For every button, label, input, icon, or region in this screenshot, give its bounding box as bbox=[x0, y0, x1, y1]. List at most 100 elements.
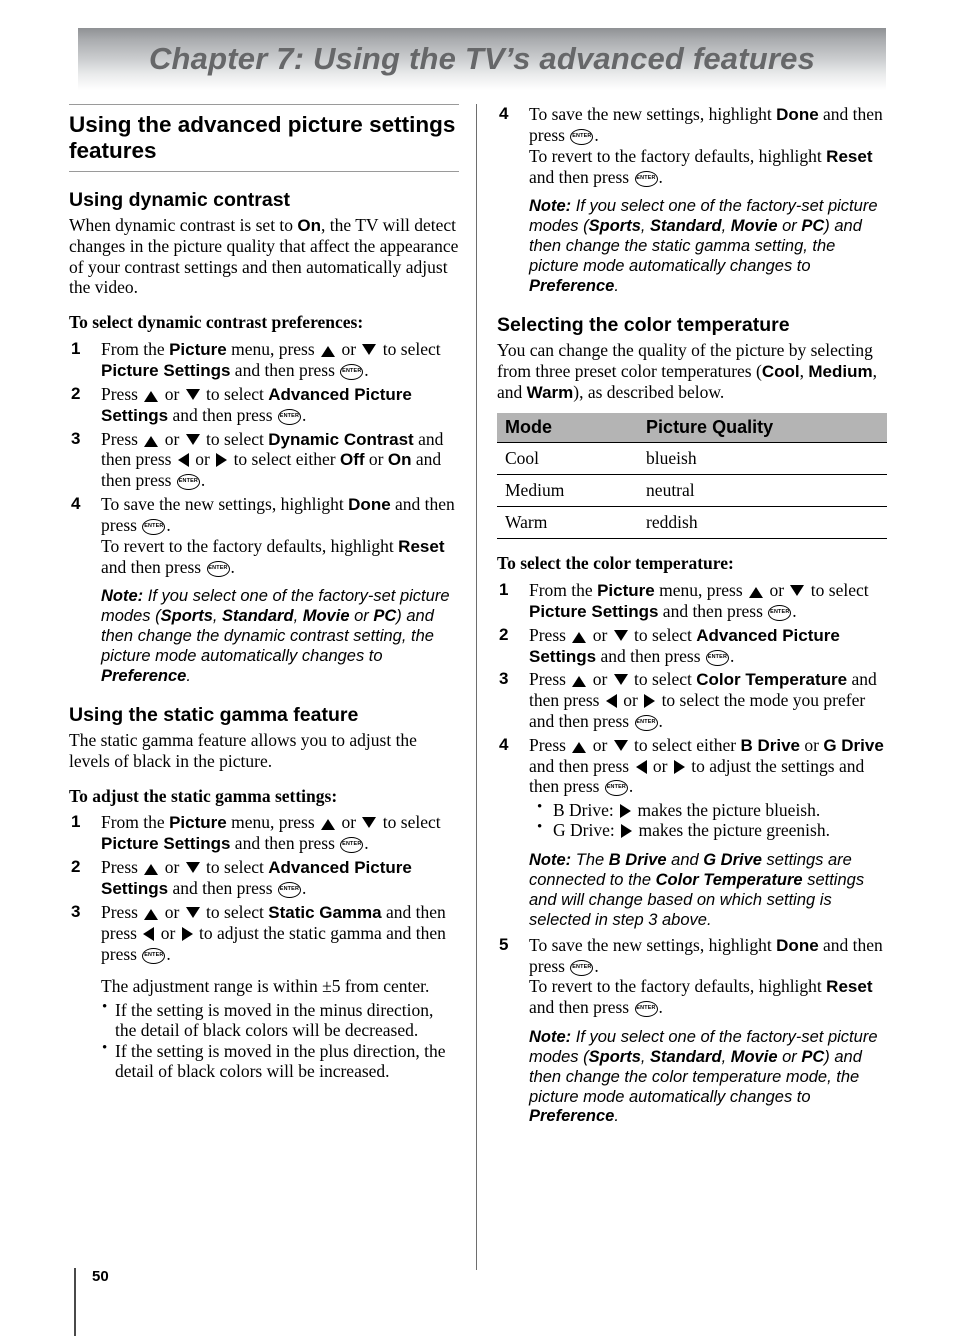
list-item: B Drive: makes the picture blueish. bbox=[529, 799, 887, 821]
page-title: Using the advanced picture settings feat… bbox=[69, 104, 459, 172]
cell-quality: reddish bbox=[620, 506, 887, 539]
enter-button-icon: ENTER bbox=[768, 604, 792, 621]
arrow-down-icon bbox=[185, 907, 200, 919]
table-row: Warm reddish bbox=[497, 506, 887, 539]
step-item: 2 Press or to select Advanced Picture Set… bbox=[499, 624, 840, 666]
step-item: 4 To save the new settings, highlight Don… bbox=[497, 104, 887, 297]
cell-mode: Cool bbox=[497, 441, 621, 475]
list-item: G Drive: makes the picture greenish. bbox=[529, 819, 887, 841]
step-item: 1 From the Picture menu, press or to sele… bbox=[71, 812, 441, 854]
arrow-right-icon bbox=[673, 759, 685, 774]
static-gamma-steps: 1 From the Picture menu, press or to sele… bbox=[69, 812, 459, 1082]
dynamic-contrast-intro: When dynamic contrast is set to On, the … bbox=[69, 215, 459, 298]
step-item: 3 Press or to select Color Temperature an… bbox=[499, 669, 877, 731]
column-divider bbox=[476, 104, 477, 1270]
color-temperature-table: Mode Picture Quality Cool blueish Medium… bbox=[497, 412, 887, 539]
step-number: 1 bbox=[499, 579, 509, 599]
right-column: 4 To save the new settings, highlight Don… bbox=[497, 104, 887, 1131]
color-temperature-steps: 1 From the Picture menu, press or to sele… bbox=[497, 580, 887, 1128]
arrow-up-icon bbox=[572, 631, 587, 643]
enter-button-icon: ENTER bbox=[277, 408, 301, 425]
step-number: 4 bbox=[499, 104, 509, 123]
step-number: 3 bbox=[71, 428, 81, 448]
step-item: 1 From the Picture menu, press or to sele… bbox=[499, 579, 869, 621]
arrow-down-icon bbox=[613, 629, 628, 641]
step-item: 3 Press or to select Static Gamma and the… bbox=[69, 902, 459, 1082]
enter-button-icon: ENTER bbox=[176, 474, 200, 491]
column-header-mode: Mode bbox=[497, 412, 621, 443]
arrow-right-icon bbox=[216, 453, 228, 468]
dynamic-contrast-steps: 1 From the Picture menu, press or to sele… bbox=[69, 339, 459, 687]
footer-rule bbox=[74, 1268, 76, 1336]
step-number: 1 bbox=[71, 812, 81, 832]
heading-using-dynamic-contrast: Using dynamic contrast bbox=[69, 188, 291, 211]
step-number: 2 bbox=[71, 857, 81, 877]
color-temperature-intro: You can change the quality of the pictur… bbox=[497, 340, 877, 402]
arrow-up-icon bbox=[144, 864, 159, 876]
step-number: 4 bbox=[499, 734, 509, 754]
gamma-range-text: The adjustment range is within ±5 from c… bbox=[101, 976, 430, 997]
static-gamma-steps-continued: 4 To save the new settings, highlight Don… bbox=[497, 104, 887, 297]
drive-bullet-list: B Drive: makes the picture blueish. G Dr… bbox=[529, 799, 887, 841]
table-row: Cool blueish bbox=[497, 441, 887, 475]
note-dynamic-contrast: Note: If you select one of the factory-s… bbox=[101, 587, 450, 685]
note-color-temperature: Note: If you select one of the factory-s… bbox=[529, 1027, 878, 1126]
enter-button-icon: ENTER bbox=[634, 170, 658, 187]
arrow-up-icon bbox=[749, 586, 764, 598]
note-static-gamma: Note: If you select one of the factory-s… bbox=[529, 197, 878, 295]
arrow-down-icon bbox=[185, 862, 200, 874]
arrow-up-icon bbox=[144, 390, 159, 402]
cell-quality: blueish bbox=[620, 441, 887, 475]
cell-mode: Medium bbox=[497, 474, 621, 507]
arrow-right-icon bbox=[644, 694, 656, 709]
arrow-up-icon bbox=[144, 909, 159, 921]
arrow-down-icon bbox=[790, 584, 805, 596]
arrow-down-icon bbox=[185, 388, 200, 400]
arrow-up-icon bbox=[572, 676, 587, 688]
enter-button-icon: ENTER bbox=[142, 518, 166, 535]
step-number: 4 bbox=[71, 494, 81, 513]
arrow-up-icon bbox=[321, 345, 336, 357]
lead-in-static-gamma: To adjust the static gamma settings: bbox=[69, 785, 338, 806]
step-item: 2 Press or to select Advanced Picture Set… bbox=[71, 857, 412, 899]
left-column: Using the advanced picture settings feat… bbox=[69, 104, 459, 1085]
enter-button-icon: ENTER bbox=[604, 780, 628, 797]
enter-button-icon: ENTER bbox=[634, 1001, 658, 1018]
page-number: 50 bbox=[92, 1268, 109, 1285]
enter-button-icon: ENTER bbox=[340, 363, 364, 380]
step-number: 2 bbox=[71, 383, 81, 403]
step-substep: To revert to the factory defaults, highl… bbox=[529, 145, 873, 187]
list-item: If the setting is moved in the minus dir… bbox=[101, 999, 459, 1041]
lead-in-dynamic-contrast: To select dynamic contrast preferences: bbox=[69, 311, 364, 332]
arrow-left-icon bbox=[605, 694, 617, 709]
enter-button-icon: ENTER bbox=[705, 649, 729, 666]
step-item: 2 Press or to select Advanced Picture Set… bbox=[71, 383, 412, 425]
step-substep: To revert to the factory defaults, highl… bbox=[101, 535, 445, 577]
enter-button-icon: ENTER bbox=[340, 837, 364, 854]
arrow-left-icon bbox=[635, 759, 647, 774]
cell-mode: Warm bbox=[497, 506, 621, 539]
arrow-up-icon bbox=[321, 819, 336, 831]
step-substep: To revert to the factory defaults, highl… bbox=[529, 976, 873, 1018]
arrow-up-icon bbox=[144, 435, 159, 447]
arrow-down-icon bbox=[185, 433, 200, 445]
static-gamma-intro: The static gamma feature allows you to a… bbox=[69, 730, 417, 771]
step-item: 3 Press or to select Dynamic Contrast and… bbox=[71, 428, 444, 491]
table-header-row: Mode Picture Quality bbox=[497, 412, 887, 443]
arrow-up-icon bbox=[572, 741, 587, 753]
step-number: 1 bbox=[71, 338, 81, 358]
table-row: Medium neutral bbox=[497, 474, 887, 507]
step-item: 1 From the Picture menu, press or to sele… bbox=[71, 338, 441, 380]
step-item: 5 To save the new settings, highlight Don… bbox=[497, 935, 887, 1128]
arrow-down-icon bbox=[362, 817, 377, 829]
cell-quality: neutral bbox=[620, 474, 887, 507]
arrow-left-icon bbox=[177, 453, 189, 468]
enter-button-icon: ENTER bbox=[570, 128, 594, 145]
arrow-down-icon bbox=[613, 739, 628, 751]
step-item: 4 Press or to select either B Drive or G … bbox=[497, 735, 887, 931]
enter-button-icon: ENTER bbox=[634, 715, 658, 731]
step-number: 2 bbox=[499, 624, 509, 644]
arrow-down-icon bbox=[362, 343, 377, 355]
step-number: 3 bbox=[71, 902, 81, 922]
chapter-title: Chapter 7: Using the TV’s advanced featu… bbox=[148, 41, 816, 76]
